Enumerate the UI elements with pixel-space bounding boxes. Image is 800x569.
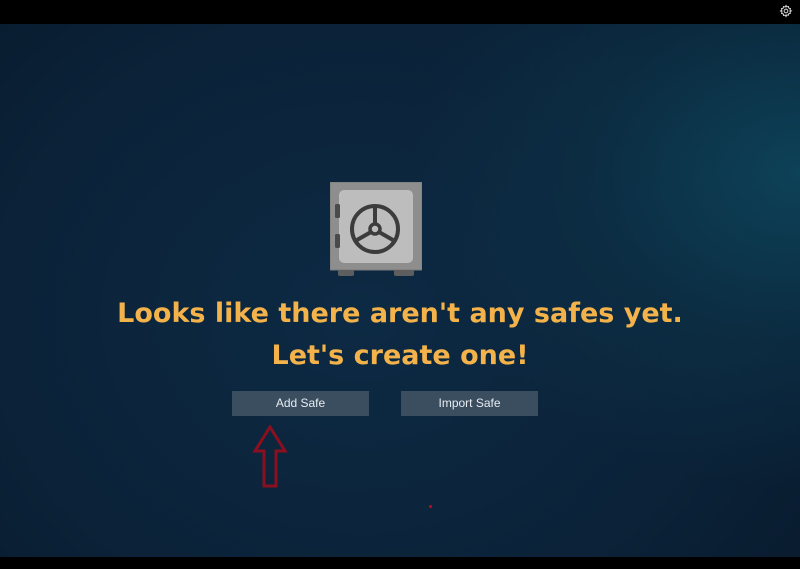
bottom-bar — [0, 557, 800, 569]
title-bar — [0, 0, 800, 24]
empty-state-message: Looks like there aren't any safes yet. L… — [0, 293, 800, 377]
empty-state-line-1: Looks like there aren't any safes yet. — [117, 298, 683, 329]
import-safe-button[interactable]: Import Safe — [401, 391, 538, 416]
main-content — [0, 24, 800, 557]
empty-state-line-2: Let's create one! — [271, 340, 529, 371]
app-window: Looks like there aren't any safes yet. L… — [0, 0, 800, 569]
safe-icon — [330, 182, 422, 276]
gear-icon — [779, 4, 793, 18]
settings-button[interactable] — [776, 1, 796, 21]
add-safe-button[interactable]: Add Safe — [232, 391, 369, 416]
annotation-arrow-up-icon — [252, 425, 288, 488]
annotation-dot — [429, 505, 432, 508]
